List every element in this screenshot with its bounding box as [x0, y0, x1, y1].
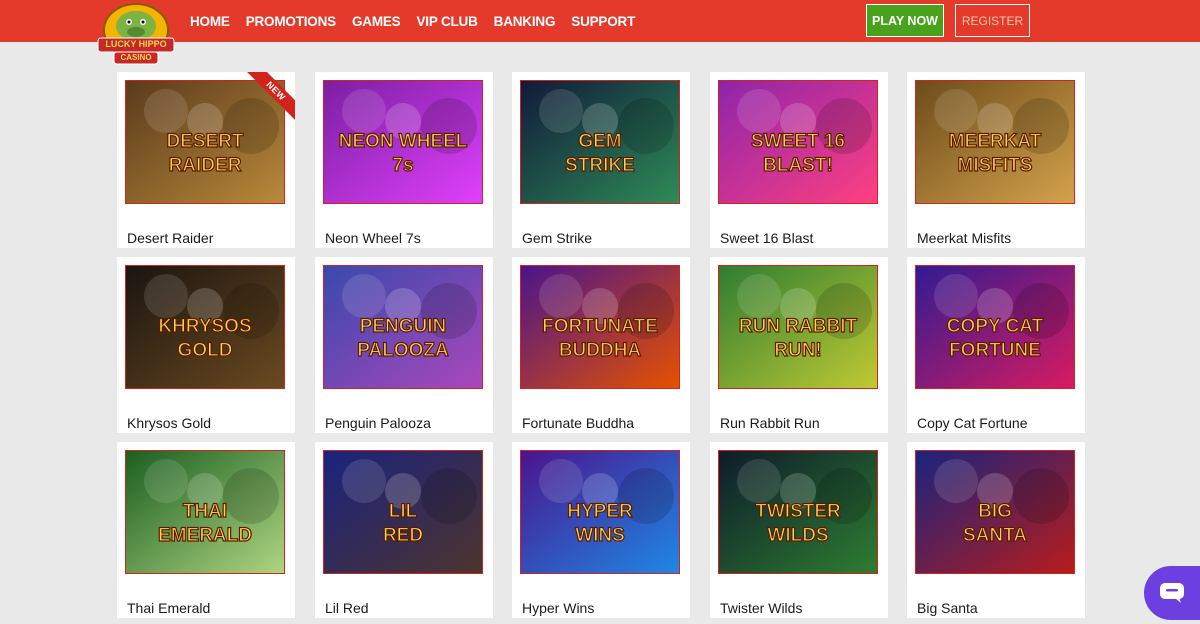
game-card[interactable]: BIG SANTA Big Santa [907, 442, 1085, 618]
game-logo-art-text: THAI [183, 501, 227, 522]
game-card[interactable]: COPY CAT FORTUNE Copy Cat Fortune [907, 257, 1085, 433]
new-badge: NEW [245, 72, 295, 122]
game-title[interactable]: Khrysos Gold [127, 415, 211, 431]
game-artwork: BIG SANTA [916, 451, 1074, 573]
game-logo-art-text: BIG [978, 501, 1012, 522]
game-card[interactable]: HYPER WINS Hyper Wins [512, 442, 690, 618]
logo-subtext: CASINO [120, 53, 152, 62]
game-title[interactable]: Desert Raider [127, 230, 213, 246]
game-thumbnail[interactable]: FORTUNATE BUDDHA [520, 265, 680, 389]
game-card[interactable]: FORTUNATE BUDDHA Fortunate Buddha [512, 257, 690, 433]
game-title[interactable]: Neon Wheel 7s [325, 230, 421, 246]
game-title[interactable]: Hyper Wins [522, 600, 594, 616]
game-logo-art-text: 7s [392, 155, 413, 176]
game-thumbnail[interactable]: PENGUIN PALOOZA [323, 265, 483, 389]
game-artwork: GEM STRIKE [521, 81, 679, 203]
game-artwork: LIL RED [324, 451, 482, 573]
game-logo-art-text: STRIKE [565, 155, 635, 176]
game-logo-art-text: RUN! [774, 340, 822, 361]
game-card[interactable]: SWEET 16 BLAST! Sweet 16 Blast [710, 72, 888, 248]
game-title[interactable]: Penguin Palooza [325, 415, 431, 431]
chat-bubble-icon [1160, 583, 1184, 603]
game-logo-art-text: NEON WHEEL [339, 131, 468, 152]
game-card[interactable]: DESERT RAIDER Desert Raider NEW [117, 72, 295, 248]
game-title[interactable]: Copy Cat Fortune [917, 415, 1028, 431]
game-logo-art-text: DESERT [166, 131, 243, 152]
game-logo-art-text: EMERALD [158, 525, 252, 546]
game-card[interactable]: LIL RED Lil Red [315, 442, 493, 618]
game-logo-art-text: RED [383, 525, 423, 546]
game-thumbnail[interactable]: TWISTER WILDS [718, 450, 878, 574]
game-artwork: THAI EMERALD [126, 451, 284, 573]
game-artwork: TWISTER WILDS [719, 451, 877, 573]
game-card[interactable]: THAI EMERALD Thai Emerald [117, 442, 295, 618]
game-logo-art-text: HYPER [567, 501, 633, 522]
game-thumbnail[interactable]: SWEET 16 BLAST! [718, 80, 878, 204]
game-logo-art-text: PALOOZA [357, 340, 449, 361]
game-logo-art-text: BLAST! [763, 155, 833, 176]
game-card[interactable]: KHRYSOS GOLD Khrysos Gold [117, 257, 295, 433]
logo-text: LUCKY HIPPO [105, 39, 167, 49]
game-thumbnail[interactable]: HYPER WINS [520, 450, 680, 574]
game-logo-art-text: BUDDHA [559, 340, 642, 361]
game-artwork: HYPER WINS [521, 451, 679, 573]
game-title[interactable]: Big Santa [917, 600, 978, 616]
game-logo-art-text: KHRYSOS [158, 316, 251, 337]
game-artwork: SWEET 16 BLAST! [719, 81, 877, 203]
game-card[interactable]: GEM STRIKE Gem Strike [512, 72, 690, 248]
game-artwork: FORTUNATE BUDDHA [521, 266, 679, 388]
game-thumbnail[interactable]: NEON WHEEL 7s [323, 80, 483, 204]
game-logo-art-text: GOLD [178, 340, 233, 361]
game-thumbnail[interactable]: COPY CAT FORTUNE [915, 265, 1075, 389]
game-thumbnail[interactable]: RUN RABBIT RUN! [718, 265, 878, 389]
game-logo-art-text: TWISTER [755, 501, 841, 522]
game-logo-art-text: RUN RABBIT [739, 316, 858, 337]
game-title[interactable]: Fortunate Buddha [522, 415, 634, 431]
game-logo-art-text: WINS [575, 525, 625, 546]
game-title[interactable]: Thai Emerald [127, 600, 210, 616]
game-thumbnail[interactable]: MEERKAT MISFITS [915, 80, 1075, 204]
game-logo-art-text: SANTA [963, 525, 1027, 546]
game-logo-art-text: MISFITS [958, 155, 1033, 176]
game-logo-art-text: LIL [389, 501, 418, 522]
game-card[interactable]: PENGUIN PALOOZA Penguin Palooza [315, 257, 493, 433]
game-card[interactable]: MEERKAT MISFITS Meerkat Misfits [907, 72, 1085, 248]
game-logo-art-text: PENGUIN [360, 316, 447, 337]
game-thumbnail[interactable]: LIL RED [323, 450, 483, 574]
game-card[interactable]: NEON WHEEL 7s Neon Wheel 7s [315, 72, 493, 248]
game-thumbnail[interactable]: THAI EMERALD [125, 450, 285, 574]
game-logo-art-text: COPY CAT [947, 316, 1044, 337]
game-card[interactable]: TWISTER WILDS Twister Wilds [710, 442, 888, 618]
game-artwork: PENGUIN PALOOZA [324, 266, 482, 388]
game-artwork: KHRYSOS GOLD [126, 266, 284, 388]
game-artwork: RUN RABBIT RUN! [719, 266, 877, 388]
game-thumbnail[interactable]: KHRYSOS GOLD [125, 265, 285, 389]
game-title[interactable]: Lil Red [325, 600, 369, 616]
game-logo-art-text: MEERKAT [949, 131, 1042, 152]
game-logo-art-text: GEM [578, 131, 621, 152]
game-thumbnail[interactable]: BIG SANTA [915, 450, 1075, 574]
game-logo-art-text: RAIDER [169, 155, 242, 176]
game-logo-art-text: FORTUNATE [542, 316, 658, 337]
game-title[interactable]: Sweet 16 Blast [720, 230, 813, 246]
game-title[interactable]: Run Rabbit Run [720, 415, 820, 431]
game-title[interactable]: Gem Strike [522, 230, 592, 246]
new-badge-label: NEW [246, 72, 295, 121]
chat-launcher-button[interactable] [1144, 566, 1200, 620]
game-thumbnail[interactable]: GEM STRIKE [520, 80, 680, 204]
game-title[interactable]: Meerkat Misfits [917, 230, 1011, 246]
game-artwork: MEERKAT MISFITS [916, 81, 1074, 203]
game-logo-art-text: FORTUNE [949, 340, 1041, 361]
lucky-hippo-logo[interactable]: LUCKY HIPPO CASINO [84, 0, 184, 70]
game-card[interactable]: RUN RABBIT RUN! Run Rabbit Run [710, 257, 888, 433]
game-artwork: COPY CAT FORTUNE [916, 266, 1074, 388]
game-artwork: NEON WHEEL 7s [324, 81, 482, 203]
game-title[interactable]: Twister Wilds [720, 600, 802, 616]
games-grid: DESERT RAIDER Desert Raider NEW NEON WHEEL… [0, 0, 1200, 624]
game-logo-art-text: SWEET 16 [751, 131, 845, 152]
game-logo-art-text: WILDS [767, 525, 828, 546]
